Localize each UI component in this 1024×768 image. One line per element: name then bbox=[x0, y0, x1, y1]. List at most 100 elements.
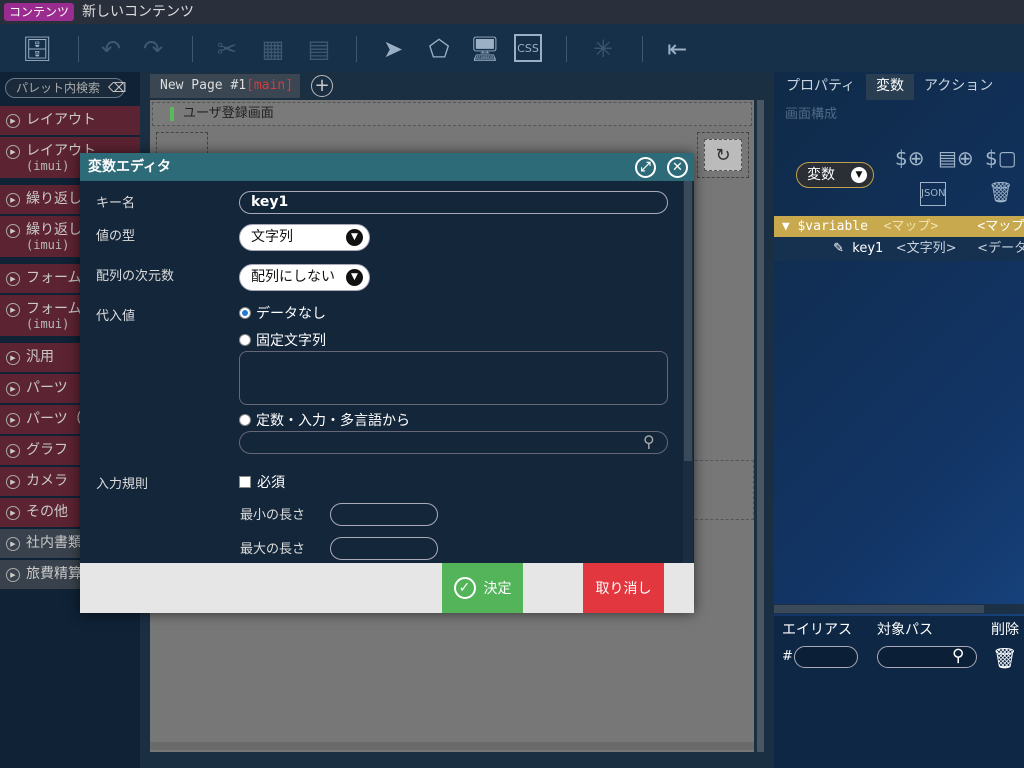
page-tab[interactable]: New Page #1[main] bbox=[150, 74, 300, 98]
pencil-icon: ✎ bbox=[833, 241, 844, 256]
play-icon: ▶ bbox=[6, 475, 20, 489]
play-icon: ▶ bbox=[6, 303, 20, 317]
play-icon: ▶ bbox=[6, 537, 20, 551]
add-page-button[interactable]: + bbox=[311, 75, 333, 97]
toolbar-separator bbox=[192, 36, 193, 62]
play-icon: ▶ bbox=[6, 114, 20, 128]
assign-label: 代入値 bbox=[96, 309, 136, 324]
check-icon: ✓ bbox=[453, 577, 476, 599]
app-badge: コンテンツ bbox=[4, 3, 75, 21]
palette-search-input[interactable]: パレット内検索 bbox=[5, 78, 125, 98]
play-icon: ▶ bbox=[6, 568, 20, 582]
play-icon: ▶ bbox=[6, 224, 20, 238]
variable-type-dropdown[interactable]: 変数 ▼ bbox=[796, 162, 874, 188]
header-marker bbox=[170, 107, 174, 121]
canvas-refresh-button[interactable]: ↻ bbox=[697, 132, 749, 178]
close-icon[interactable]: ✕ bbox=[667, 157, 688, 178]
copy-icon[interactable]: ▦ bbox=[258, 34, 288, 64]
page-name: 新しいコンテンツ bbox=[82, 4, 194, 20]
right-horizontal-scrollbar[interactable] bbox=[774, 604, 1024, 614]
search-icon[interactable]: ⚲ bbox=[643, 432, 655, 451]
value-type-label: 値の型 bbox=[96, 229, 136, 244]
dialog-scrollbar[interactable] bbox=[683, 181, 693, 563]
chevron-down-icon: ▼ bbox=[346, 269, 363, 286]
rules-label: 入力規則 bbox=[96, 477, 149, 492]
preview-monitor-icon[interactable]: 🖥 bbox=[470, 34, 500, 64]
select-area-icon[interactable]: ⬠ bbox=[424, 34, 454, 64]
tab-variables[interactable]: 変数 bbox=[866, 74, 914, 100]
alias-prefix: # bbox=[782, 649, 793, 664]
canvas-block[interactable] bbox=[690, 460, 754, 520]
delete-header: 削除 bbox=[991, 622, 1019, 638]
play-icon: ▶ bbox=[6, 145, 20, 159]
search-icon[interactable]: ⚲ bbox=[952, 646, 964, 666]
min-length-label: 最小の長さ bbox=[240, 508, 306, 523]
loading-icon[interactable]: ✳ bbox=[588, 34, 618, 64]
radio-constant[interactable]: 定数・入力・多言語から bbox=[239, 410, 410, 430]
radio-dot[interactable] bbox=[239, 307, 251, 319]
play-icon: ▶ bbox=[6, 413, 20, 427]
canvas-vertical-scrollbar[interactable] bbox=[757, 100, 764, 752]
undo-icon[interactable]: ↶ bbox=[96, 34, 126, 64]
variable-row[interactable]: ▼ $variable <マップ> <マップ> bbox=[774, 216, 1024, 237]
max-length-input[interactable] bbox=[330, 537, 438, 560]
css-icon[interactable]: CSS bbox=[514, 34, 542, 62]
toolbar-separator bbox=[642, 36, 643, 62]
collapse-panel-icon[interactable]: ⇤ bbox=[662, 34, 692, 64]
chevron-down-icon: ▼ bbox=[851, 167, 867, 183]
required-checkbox[interactable]: 必須 bbox=[239, 472, 285, 492]
scrollbar-thumb[interactable] bbox=[774, 605, 984, 613]
variable-row[interactable]: ✎ key1 <文字列> <データ bbox=[774, 237, 1024, 261]
dims-label: 配列の次元数 bbox=[96, 269, 175, 284]
alias-header: エイリアス bbox=[782, 622, 852, 638]
key-label: キー名 bbox=[96, 196, 136, 211]
min-length-input[interactable] bbox=[330, 503, 438, 526]
paste-icon[interactable]: ▤ bbox=[304, 34, 334, 64]
tab-screen-structure[interactable]: 画面構成 bbox=[785, 103, 837, 122]
cancel-button[interactable]: 取り消し bbox=[583, 563, 664, 613]
add-storage-icon[interactable]: ▤⊕ bbox=[938, 146, 974, 170]
radio-fixed-string[interactable]: 固定文字列 bbox=[239, 330, 326, 350]
copy-variable-icon[interactable]: $▢ bbox=[985, 146, 1017, 170]
value-type-select[interactable]: 文字列 ▼ bbox=[239, 224, 370, 251]
cut-icon[interactable]: ✂ bbox=[212, 34, 242, 64]
add-variable-icon[interactable]: $⊕ bbox=[895, 146, 924, 170]
chevron-down-icon: ▼ bbox=[346, 229, 363, 246]
json-icon[interactable]: JSON bbox=[920, 182, 946, 206]
palette-item[interactable]: ▶ レイアウト bbox=[0, 106, 140, 136]
play-icon: ▶ bbox=[6, 382, 20, 396]
max-length-label: 最大の長さ bbox=[240, 542, 306, 557]
redo-icon[interactable]: ↷ bbox=[138, 34, 168, 64]
constant-input[interactable] bbox=[239, 431, 668, 454]
target-path-header: 対象パス bbox=[877, 622, 933, 638]
radio-dot[interactable] bbox=[239, 414, 251, 426]
clear-search-icon[interactable]: ⌫ bbox=[108, 81, 126, 96]
refresh-icon: ↻ bbox=[704, 139, 742, 171]
scrollbar-thumb[interactable] bbox=[684, 181, 692, 461]
pointer-icon[interactable]: ➤ bbox=[378, 34, 408, 64]
trash-icon[interactable]: 🗑 bbox=[992, 646, 1017, 670]
tab-properties[interactable]: プロパティ bbox=[776, 74, 865, 100]
play-icon: ▶ bbox=[6, 351, 20, 365]
expand-icon[interactable]: ⤢ bbox=[635, 157, 656, 178]
play-icon: ▶ bbox=[6, 193, 20, 207]
ok-button[interactable]: ✓ 決定 bbox=[442, 563, 523, 613]
database-icon[interactable]: 🗄 bbox=[22, 34, 52, 64]
radio-dot[interactable] bbox=[239, 334, 251, 346]
toolbar-separator bbox=[566, 36, 567, 62]
dims-select[interactable]: 配列にしない ▼ bbox=[239, 264, 370, 291]
toolbar-separator bbox=[78, 36, 79, 62]
trash-icon[interactable]: 🗑 bbox=[988, 180, 1013, 204]
checkbox-box[interactable] bbox=[239, 476, 251, 488]
fixed-string-textarea[interactable] bbox=[239, 351, 668, 405]
play-icon: ▶ bbox=[6, 506, 20, 520]
toolbar-separator bbox=[356, 36, 357, 62]
alias-input[interactable] bbox=[794, 646, 858, 668]
play-icon: ▶ bbox=[6, 272, 20, 286]
radio-no-data[interactable]: データなし bbox=[239, 303, 326, 323]
key-input[interactable]: key1 bbox=[239, 191, 668, 214]
canvas-horizontal-scrollbar[interactable] bbox=[150, 742, 754, 750]
tab-actions[interactable]: アクション bbox=[914, 74, 1003, 100]
page-header[interactable]: ユーザ登録画面 bbox=[152, 102, 752, 126]
play-icon: ▶ bbox=[6, 444, 20, 458]
